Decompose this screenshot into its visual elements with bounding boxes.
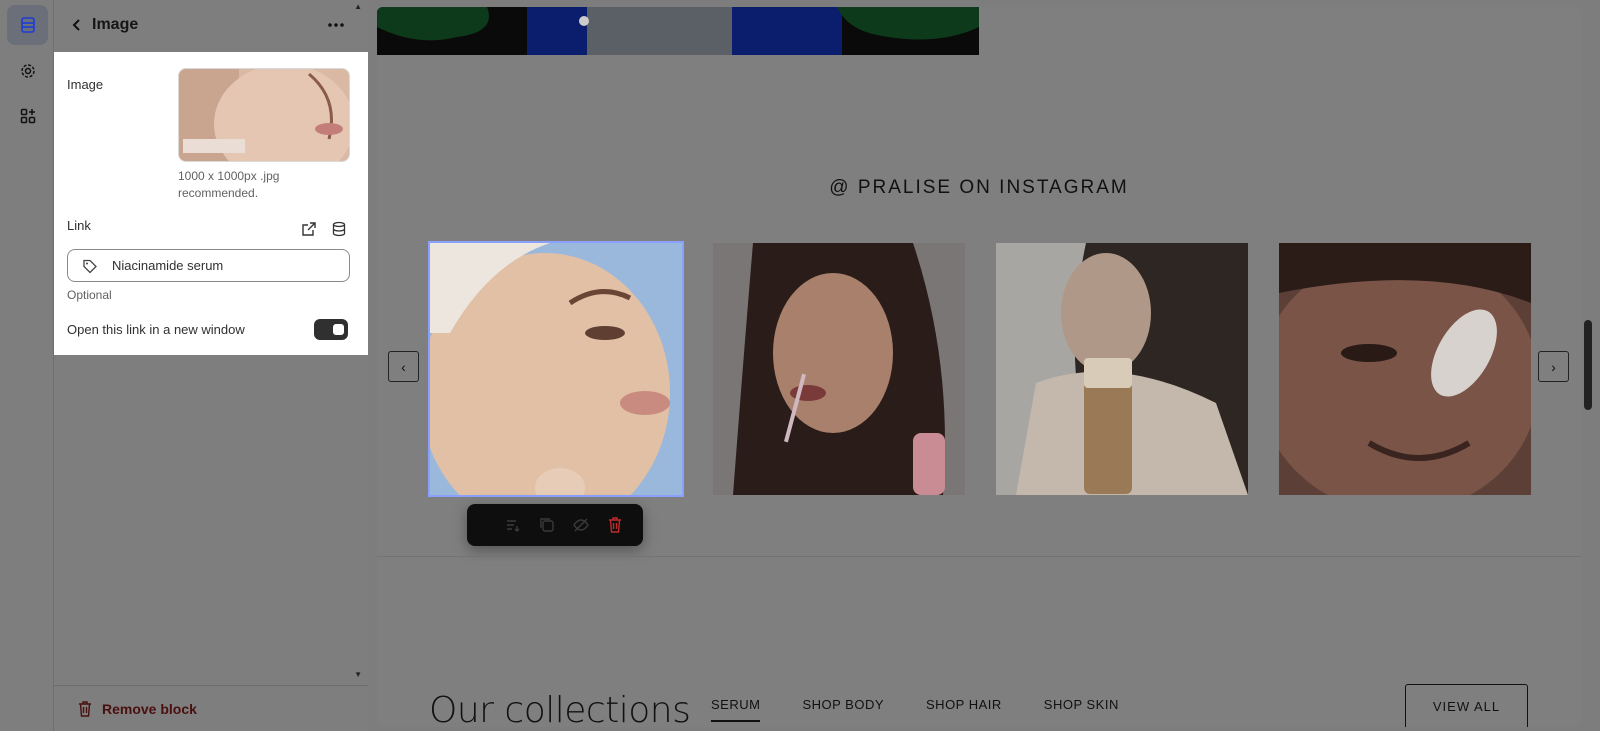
reorder-icon	[507, 520, 520, 532]
tag-icon	[82, 257, 100, 275]
image-size-hint: 1000 x 1000px .jpg recommended.	[178, 169, 280, 200]
icon-rail	[0, 0, 54, 731]
banner-image[interactable]	[377, 7, 979, 55]
duplicate-icon	[540, 518, 554, 532]
banner-artwork-icon	[377, 7, 979, 55]
instagram-image-1[interactable]	[428, 241, 684, 497]
scroll-down-icon[interactable]: ▼	[354, 670, 362, 679]
chevron-left-icon: ‹	[401, 358, 406, 375]
ellipsis-icon	[328, 23, 344, 27]
open-external-button[interactable]	[300, 220, 318, 238]
block-settings-panel: Image ▲ Image 1000 x 1000px .jpg recomme…	[54, 0, 368, 731]
lip-gloss-photo-icon	[713, 243, 965, 495]
toggle-knob	[333, 324, 344, 335]
link-label: Link	[67, 218, 91, 233]
optional-hint: Optional	[67, 288, 112, 302]
instagram-image-3[interactable]	[996, 243, 1248, 495]
tab-serum[interactable]: SERUM	[711, 697, 761, 722]
chevron-left-icon	[72, 19, 80, 31]
settings-nav-button[interactable]	[7, 51, 48, 91]
delete-block-button[interactable]	[605, 515, 625, 535]
canvas-scrollbar[interactable]	[1584, 320, 1592, 410]
remove-block-button[interactable]: Remove block	[78, 701, 197, 717]
block-floating-toolbar	[467, 504, 643, 546]
apps-icon	[20, 108, 35, 124]
image-label: Image	[67, 77, 104, 92]
chevron-right-icon: ›	[1551, 358, 1556, 375]
image-picker-thumbnail[interactable]	[178, 68, 350, 162]
carousel-next-button[interactable]: ›	[1538, 351, 1569, 382]
instagram-section-title: @ PRALISE ON INSTAGRAM	[829, 177, 1129, 198]
eye-off-icon	[573, 518, 589, 532]
new-window-toggle[interactable]	[314, 319, 348, 340]
serum-bottle-photo-icon	[996, 243, 1248, 495]
collections-tabs: SERUM SHOP BODY SHOP HAIR SHOP SKIN	[711, 697, 1119, 722]
apps-nav-button[interactable]	[7, 96, 48, 136]
face-cream-photo-icon	[1279, 243, 1531, 495]
face-photo-icon	[179, 69, 349, 161]
link-input-value: Niacinamide serum	[112, 258, 224, 273]
image-settings-card: Image 1000 x 1000px .jpg recommended. Li…	[54, 52, 368, 355]
trash-icon	[79, 701, 91, 717]
scroll-up-icon[interactable]: ▲	[354, 2, 362, 11]
back-button[interactable]	[66, 14, 88, 36]
new-window-label: Open this link in a new window	[67, 322, 245, 337]
freckled-face-photo-icon	[430, 243, 682, 495]
carousel-prev-button[interactable]: ‹	[388, 351, 419, 382]
gear-icon	[20, 64, 35, 78]
section-divider	[377, 556, 1581, 557]
sections-icon	[20, 17, 35, 33]
remove-block-label: Remove block	[102, 701, 197, 717]
view-all-button[interactable]: VIEW ALL	[1405, 684, 1528, 727]
move-block-button[interactable]	[503, 515, 523, 535]
instagram-image-4[interactable]	[1279, 243, 1531, 495]
hide-block-button[interactable]	[571, 515, 591, 535]
link-actions	[300, 220, 348, 238]
panel-header: Image	[54, 0, 368, 52]
duplicate-block-button[interactable]	[537, 515, 557, 535]
dynamic-source-button[interactable]	[330, 220, 348, 238]
link-input[interactable]: Niacinamide serum	[67, 249, 350, 282]
more-options-button[interactable]	[324, 14, 348, 36]
instagram-image-2[interactable]	[713, 243, 965, 495]
sections-nav-button[interactable]	[7, 5, 48, 45]
trash-icon	[609, 517, 621, 533]
external-link-icon	[302, 222, 316, 236]
remove-block-row: Remove block	[54, 685, 368, 731]
collections-title: Our collections	[429, 690, 691, 727]
tab-shop-hair[interactable]: SHOP HAIR	[926, 697, 1002, 722]
preview-canvas: @ PRALISE ON INSTAGRAM ‹ › Our collectio…	[377, 7, 1581, 727]
database-icon	[332, 221, 346, 237]
panel-title: Image	[92, 16, 139, 33]
tab-shop-skin[interactable]: SHOP SKIN	[1044, 697, 1119, 722]
tab-shop-body[interactable]: SHOP BODY	[802, 697, 884, 722]
